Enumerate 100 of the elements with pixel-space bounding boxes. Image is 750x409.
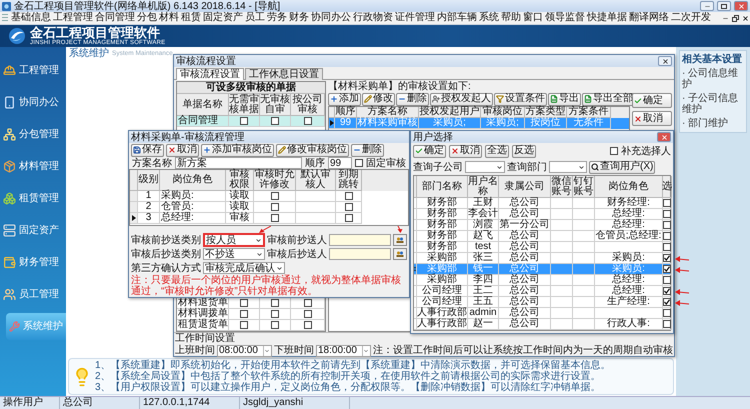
table-row[interactable]: 财务部 浏霞 第一分公司 总经理:: [414, 220, 670, 231]
table-row[interactable]: 财务部 赵飞 总公司 仓管员;总经理:: [414, 231, 670, 242]
menu-item[interactable]: 协同办公: [310, 12, 352, 24]
checkbox[interactable]: [304, 310, 312, 318]
toolbar-button[interactable]: 取消: [449, 144, 482, 158]
toolbar-button[interactable]: 保存: [131, 144, 164, 156]
menu-item[interactable]: 帮助: [500, 12, 522, 24]
checkbox[interactable]: [240, 299, 248, 307]
checkbox[interactable]: [270, 214, 278, 222]
toolbar-button[interactable]: 确定: [413, 144, 446, 158]
pick-button[interactable]: [393, 248, 407, 260]
menu-item[interactable]: 材料: [158, 12, 180, 24]
checkbox[interactable]: [270, 203, 278, 211]
checkbox[interactable]: [663, 276, 671, 284]
time-field[interactable]: 18:00:00: [316, 344, 371, 356]
checkbox[interactable]: [270, 192, 278, 200]
maximize-button[interactable]: [717, 1, 731, 11]
menu-item[interactable]: 租赁: [180, 12, 202, 24]
menu-item[interactable]: 领导监督: [544, 12, 586, 24]
menu-item[interactable]: 工程管理: [52, 12, 94, 24]
checkbox[interactable]: [663, 232, 671, 240]
settings-link[interactable]: · 部门维护: [682, 118, 744, 129]
toolbar-button[interactable]: 删除: [351, 144, 384, 156]
time-field[interactable]: 08:00:00: [217, 344, 272, 356]
dropdown[interactable]: [465, 161, 505, 173]
toolbar-button[interactable]: 修改: [362, 92, 395, 106]
sidebar-item[interactable]: 分包管理: [0, 121, 66, 148]
dropdown[interactable]: 审核完成后确认: [203, 262, 285, 274]
input-field[interactable]: [329, 248, 391, 260]
checkbox[interactable]: [663, 199, 671, 207]
table-row[interactable]: 财务部 王财 总公司 财务经理:: [414, 198, 670, 209]
checkbox[interactable]: [355, 159, 363, 167]
checkbox[interactable]: [663, 309, 671, 317]
menu-item[interactable]: 固定资产: [202, 12, 244, 24]
toolbar-button[interactable]: 设置条件: [494, 92, 547, 106]
checkbox[interactable]: [240, 310, 248, 318]
table-row[interactable]: 财务部 李会计 总公司 总经理:: [414, 209, 670, 220]
menu-item[interactable]: 劳务: [266, 12, 288, 24]
table-row[interactable]: 租赁退货单: [177, 320, 325, 331]
toolbar-button[interactable]: 导出全部: [582, 92, 635, 106]
menu-item[interactable]: 合同管理: [94, 12, 136, 24]
toolbar-button[interactable]: 全选: [485, 144, 509, 158]
toolbar-button[interactable]: 导出: [548, 92, 581, 106]
menu-item[interactable]: 财务: [288, 12, 310, 24]
menu-item[interactable]: 快捷单据: [586, 12, 628, 24]
table-row[interactable]: 材料调拨单: [177, 309, 325, 320]
toolbar-button[interactable]: 修改审核岗位: [276, 144, 349, 156]
checkbox[interactable]: [663, 221, 671, 229]
menu-item[interactable]: 员工: [244, 12, 266, 24]
dropdown[interactable]: 按人员: [203, 233, 265, 247]
toolbar-button[interactable]: 反选: [512, 144, 536, 158]
checkbox[interactable]: [304, 321, 312, 329]
checkbox[interactable]: [304, 299, 312, 307]
menu-item[interactable]: 翻译网络: [628, 12, 670, 24]
pick-button[interactable]: [393, 234, 407, 246]
sidebar-item[interactable]: 材料管理: [0, 153, 66, 180]
dropdown[interactable]: [549, 161, 587, 173]
table-row[interactable]: 合同管理: [177, 116, 325, 127]
checkbox[interactable]: [663, 254, 671, 262]
settings-link[interactable]: · 公司信息维护: [682, 68, 744, 90]
sidebar-item[interactable]: 协同办公: [0, 89, 66, 116]
table-row[interactable]: 公司经理 王二 总公司 总经理:: [414, 286, 670, 297]
table-row[interactable]: 人事行政部 赵一 总公司 行政人事:: [414, 319, 670, 330]
table-row[interactable]: 采购部 李四 总公司 总经理:: [414, 275, 670, 286]
input-field[interactable]: 新方案: [175, 157, 302, 169]
menu-item[interactable]: 证件管理: [394, 12, 436, 24]
settings-link[interactable]: · 子公司信息维护: [682, 93, 744, 115]
checkbox[interactable]: [663, 210, 671, 218]
toolbar-button[interactable]: 取消: [166, 144, 199, 156]
checkbox[interactable]: [271, 299, 279, 307]
checkbox[interactable]: [271, 117, 279, 125]
menu-item[interactable]: 内部车辆: [436, 12, 478, 24]
toolbar-button[interactable]: 取消: [632, 111, 672, 126]
checkbox[interactable]: [304, 117, 312, 125]
checkbox[interactable]: [271, 321, 279, 329]
row-header[interactable]: [130, 213, 138, 224]
checkbox[interactable]: [663, 287, 671, 295]
toolbar-button[interactable]: 删除: [396, 92, 429, 106]
checkbox[interactable]: [344, 214, 352, 222]
sidebar-item[interactable]: 租赁管理: [0, 185, 66, 212]
tab[interactable]: 审核流程设置: [176, 68, 244, 80]
table-row[interactable]: 采购部 张三 总公司 采购员:: [414, 253, 670, 264]
menu-item[interactable]: 分包: [136, 12, 158, 24]
restore-button[interactable]: [730, 13, 740, 23]
sidebar-item[interactable]: 工程管理: [0, 57, 66, 84]
sidebar-item[interactable]: 固定资产: [0, 217, 66, 244]
menu-item[interactable]: 行政物资: [352, 12, 394, 24]
menu-item[interactable]: 基础信息: [10, 12, 52, 24]
checkbox[interactable]: [663, 298, 671, 306]
dropdown[interactable]: 不抄送: [203, 248, 265, 260]
checkbox[interactable]: [240, 321, 248, 329]
table-row[interactable]: 人事行政部 admin 总公司: [414, 308, 670, 319]
checkbox[interactable]: [271, 310, 279, 318]
input-field[interactable]: 99: [328, 157, 352, 169]
checkbox[interactable]: [663, 265, 671, 273]
sidebar-item[interactable]: 员工管理: [0, 281, 66, 308]
checkbox[interactable]: [240, 117, 248, 125]
toolbar-button[interactable]: 授权发起人: [430, 92, 493, 106]
toolbar-button[interactable]: 确定: [632, 93, 672, 108]
tab[interactable]: 工作休息日设置: [245, 68, 323, 80]
